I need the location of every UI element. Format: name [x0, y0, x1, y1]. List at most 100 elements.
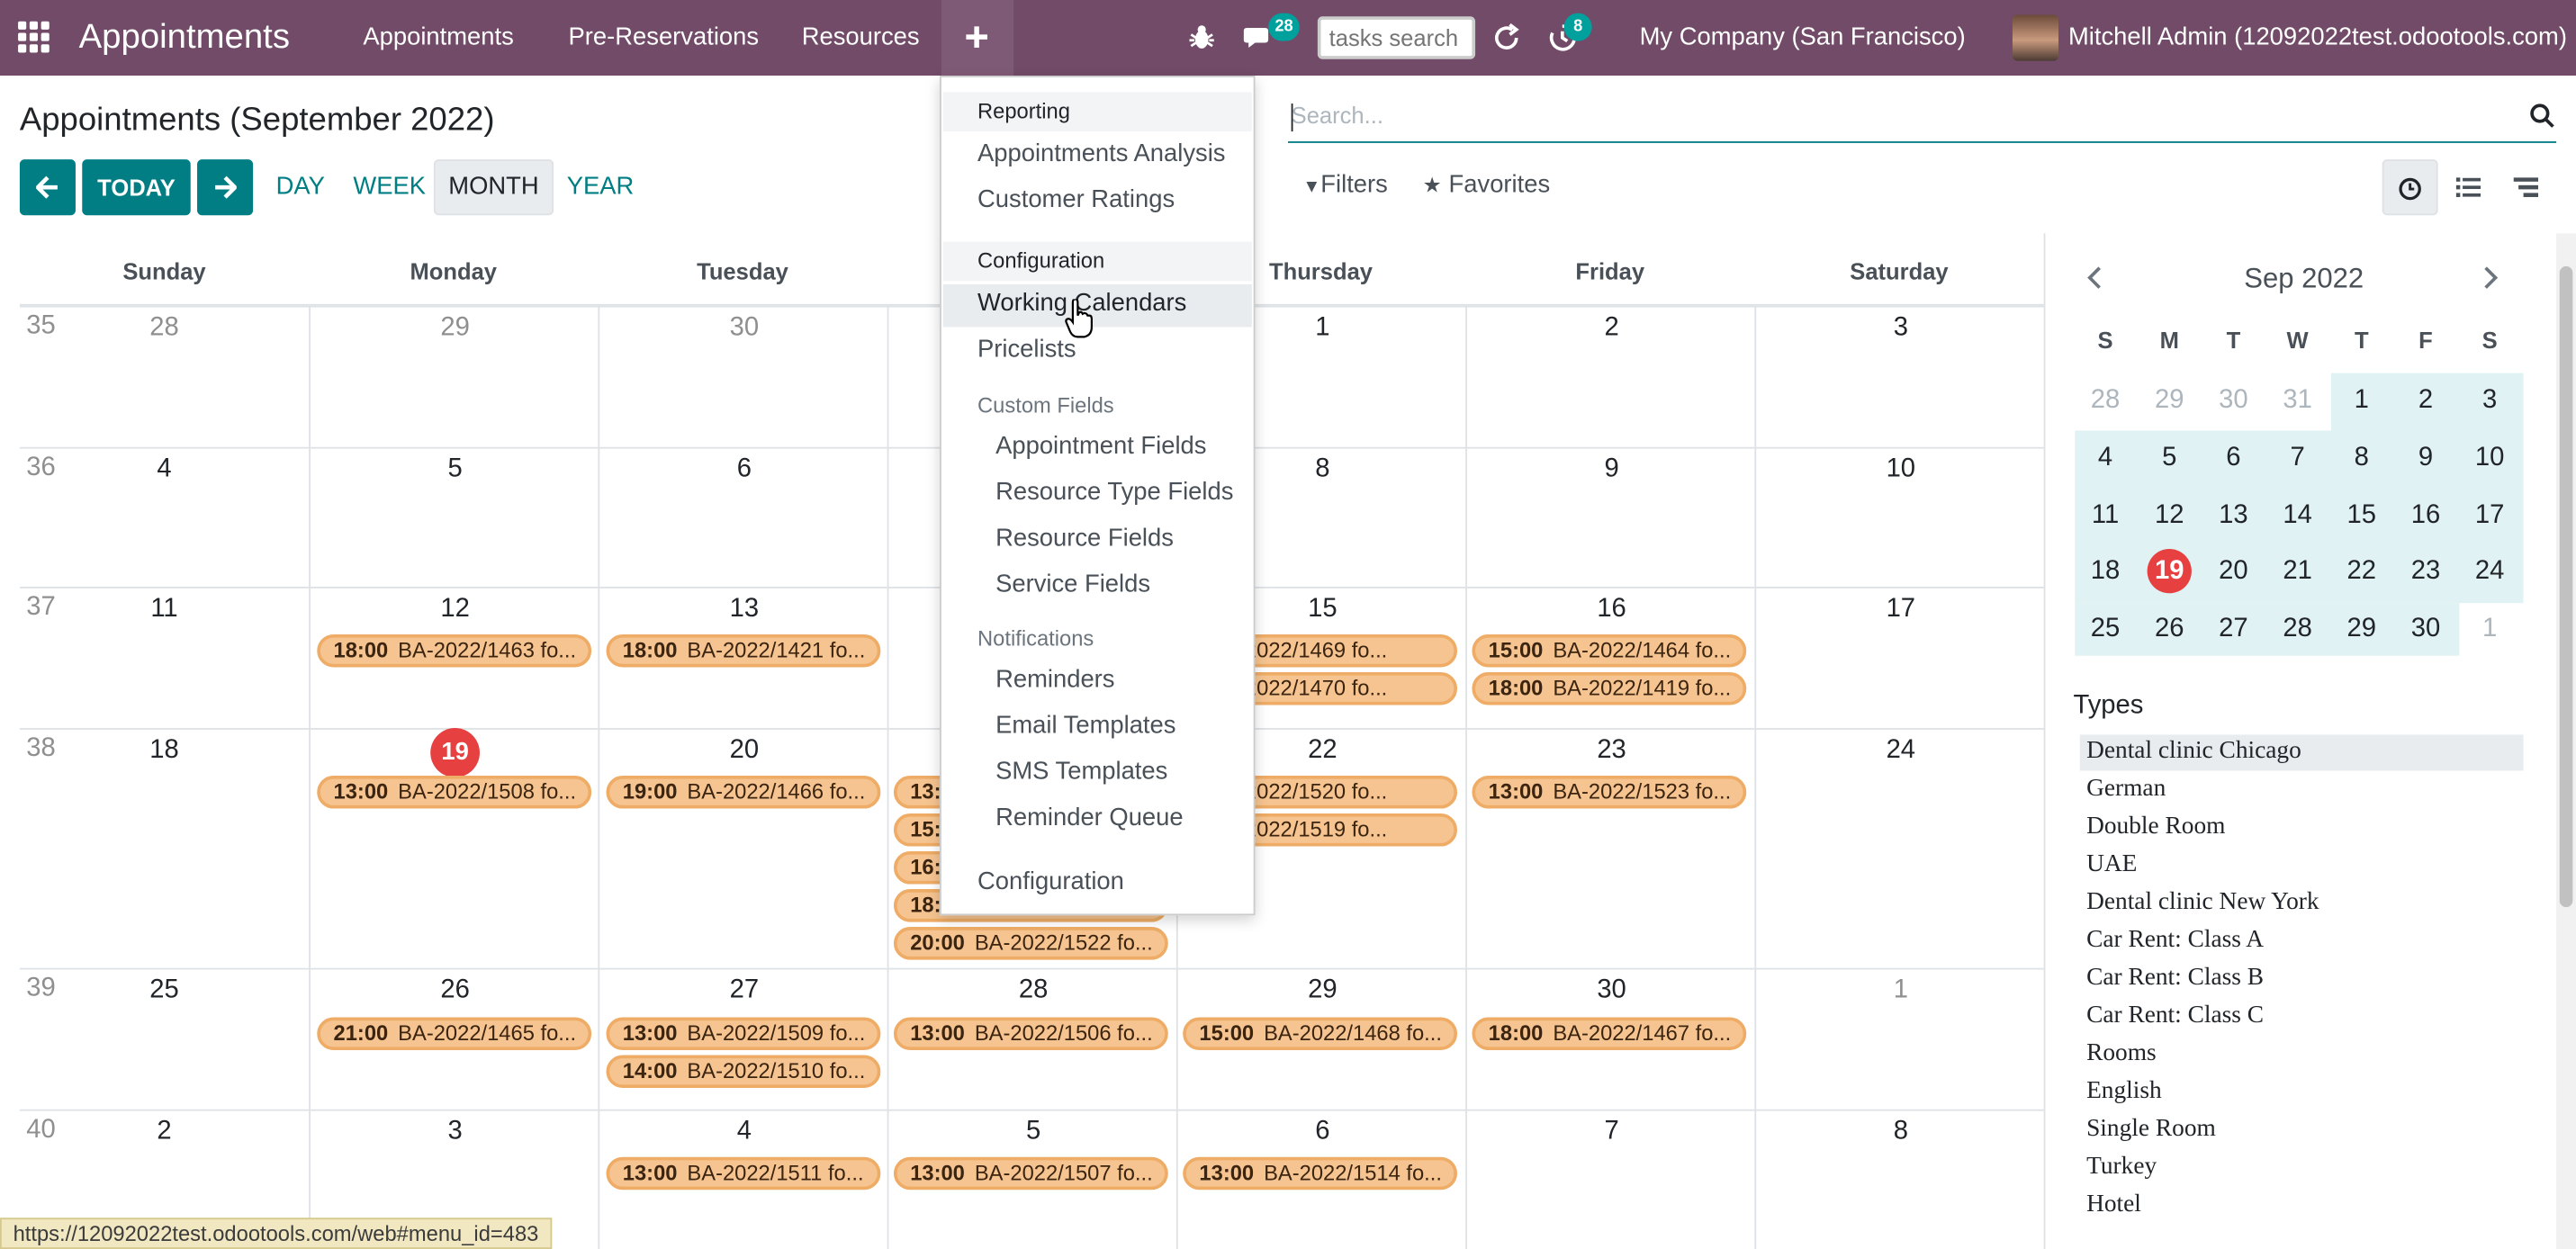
type-item[interactable]: English: [2086, 1078, 2162, 1106]
menu-appointment-fields[interactable]: Appointment Fields: [995, 432, 1206, 460]
next-button[interactable]: [197, 159, 254, 216]
mini-day[interactable]: 7: [2265, 428, 2329, 486]
mini-day[interactable]: 2: [2393, 372, 2457, 429]
day-cell[interactable]: 17: [1754, 586, 2044, 729]
day-cell[interactable]: 20: [598, 728, 887, 968]
mini-day[interactable]: 25: [2073, 600, 2137, 658]
menu-pre-reservations[interactable]: Pre-Reservations: [569, 0, 760, 76]
mini-day[interactable]: 31: [2265, 372, 2329, 429]
type-item[interactable]: Dental clinic New York: [2086, 889, 2319, 917]
mini-day[interactable]: 26: [2138, 600, 2202, 658]
event-chip[interactable]: 20:00 BA-2022/1522 fo...: [893, 927, 1168, 960]
calendar-view-button[interactable]: [2382, 159, 2438, 216]
mini-day[interactable]: 17: [2458, 486, 2522, 544]
type-item[interactable]: Turkey: [2086, 1154, 2157, 1182]
mini-day[interactable]: 9: [2393, 428, 2457, 486]
day-cell[interactable]: 7: [1465, 1109, 1755, 1249]
day-cell[interactable]: 5: [309, 446, 599, 587]
user-avatar[interactable]: [2012, 14, 2059, 61]
type-item[interactable]: Car Rent: Class C: [2086, 1002, 2264, 1030]
filters-button[interactable]: ▼Filters: [1302, 171, 1387, 199]
app-menu-icon[interactable]: [18, 21, 51, 55]
app-name[interactable]: Appointments: [79, 0, 290, 76]
menu-appointments-analysis[interactable]: Appointments Analysis: [977, 139, 1225, 167]
mini-day[interactable]: 14: [2265, 486, 2329, 544]
event-chip[interactable]: 18:00 BA-2022/1421 fo...: [606, 633, 881, 668]
mini-day[interactable]: 20: [2202, 543, 2265, 600]
menu-reminder-queue[interactable]: Reminder Queue: [995, 804, 1184, 831]
scrollbar-thumb[interactable]: [2559, 265, 2573, 908]
event-chip[interactable]: 15:00 BA-2022/1464 fo...: [1472, 633, 1747, 668]
event-chip[interactable]: 13:00 BA-2022/1523 fo...: [1472, 776, 1747, 809]
user-menu[interactable]: Mitchell Admin (12092022test.odootools.c…: [2068, 0, 2567, 76]
menu-service-fields[interactable]: Service Fields: [995, 571, 1150, 598]
mini-day[interactable]: 3: [2458, 372, 2522, 429]
event-chip[interactable]: 13:00 BA-2022/1514 fo...: [1183, 1156, 1458, 1191]
day-cell[interactable]: 1: [1754, 967, 2044, 1110]
favorites-button[interactable]: ★ Favorites: [1423, 171, 1550, 199]
day-cell[interactable]: 18: [19, 728, 310, 968]
day-cell[interactable]: 11: [19, 586, 310, 728]
tasks-search-input[interactable]: [1317, 16, 1476, 59]
mini-day[interactable]: 29: [2138, 372, 2202, 429]
menu-sms-templates[interactable]: SMS Templates: [995, 758, 1167, 786]
menu-resources[interactable]: Resources: [802, 0, 920, 76]
mini-day[interactable]: 30: [2202, 372, 2265, 429]
day-cell[interactable]: 6: [598, 446, 887, 587]
event-chip[interactable]: 14:00 BA-2022/1510 fo...: [606, 1055, 881, 1089]
day-cell[interactable]: 23: [1465, 728, 1755, 968]
type-item[interactable]: Single Room: [2086, 1116, 2216, 1144]
mini-day[interactable]: 24: [2458, 543, 2522, 600]
mini-day[interactable]: 28: [2073, 372, 2137, 429]
event-chip[interactable]: 19:00 BA-2022/1466 fo...: [606, 776, 881, 809]
menu-configuration[interactable]: Configuration: [977, 867, 1124, 895]
day-cell[interactable]: 3: [1754, 305, 2044, 447]
day-cell[interactable]: 29: [309, 305, 599, 447]
type-item[interactable]: UAE: [2086, 851, 2137, 879]
more-menu-button[interactable]: [941, 0, 1014, 76]
menu-resource-fields[interactable]: Resource Fields: [995, 525, 1174, 553]
mini-day[interactable]: 10: [2458, 428, 2522, 486]
day-cell[interactable]: 25: [19, 967, 310, 1110]
search-input[interactable]: Search...: [1292, 102, 1383, 128]
mini-day[interactable]: 13: [2202, 486, 2265, 544]
list-view-button[interactable]: [2440, 159, 2496, 215]
mini-day[interactable]: 23: [2393, 543, 2457, 600]
menu-reminders[interactable]: Reminders: [995, 666, 1114, 694]
event-chip[interactable]: 15:00 BA-2022/1468 fo...: [1183, 1017, 1458, 1051]
day-cell[interactable]: 10: [1754, 446, 2044, 587]
mini-day[interactable]: 30: [2393, 600, 2457, 658]
day-cell[interactable]: 24: [1754, 728, 2044, 968]
menu-customer-ratings[interactable]: Customer Ratings: [977, 185, 1175, 213]
search-icon[interactable]: [2530, 103, 2554, 128]
day-cell[interactable]: 8: [1754, 1109, 2044, 1249]
menu-appointments[interactable]: Appointments: [363, 0, 513, 76]
refresh-icon[interactable]: [1491, 22, 1521, 53]
menu-email-templates[interactable]: Email Templates: [995, 712, 1175, 740]
type-item[interactable]: Car Rent: Class A: [2086, 927, 2264, 955]
type-item[interactable]: Car Rent: Class B: [2086, 965, 2264, 993]
mini-day[interactable]: 15: [2329, 486, 2393, 544]
mini-day[interactable]: 28: [2265, 600, 2329, 658]
event-chip[interactable]: 13:00 BA-2022/1511 fo...: [606, 1156, 881, 1191]
event-chip[interactable]: 21:00 BA-2022/1465 fo...: [317, 1017, 592, 1051]
event-chip[interactable]: 18:00 BA-2022/1467 fo...: [1472, 1017, 1747, 1051]
mini-day[interactable]: 11: [2073, 486, 2137, 544]
mini-day[interactable]: 27: [2202, 600, 2265, 658]
mini-prev-month-icon[interactable]: [2085, 266, 2104, 290]
event-chip[interactable]: 13:00 BA-2022/1506 fo...: [893, 1017, 1168, 1051]
event-chip[interactable]: 13:00 BA-2022/1508 fo...: [317, 776, 592, 809]
type-item[interactable]: German: [2086, 776, 2166, 804]
mini-next-month-icon[interactable]: [2481, 266, 2500, 290]
mini-day[interactable]: 29: [2329, 600, 2393, 658]
event-chip[interactable]: 13:00 BA-2022/1509 fo...: [606, 1017, 881, 1051]
menu-resource-type-fields[interactable]: Resource Type Fields: [995, 478, 1233, 506]
event-chip[interactable]: 18:00 BA-2022/1419 fo...: [1472, 671, 1747, 705]
today-button[interactable]: TODAY: [82, 159, 191, 216]
scale-month-button[interactable]: MONTH: [433, 159, 554, 216]
scale-day-button[interactable]: DAY: [263, 159, 338, 215]
mini-day[interactable]: 5: [2138, 428, 2202, 486]
scale-year-button[interactable]: YEAR: [554, 159, 647, 215]
type-item[interactable]: Rooms: [2086, 1040, 2157, 1068]
mini-day[interactable]: 22: [2329, 543, 2393, 600]
